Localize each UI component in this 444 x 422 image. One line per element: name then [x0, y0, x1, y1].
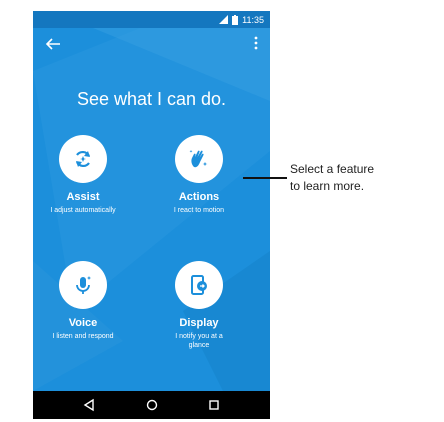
navigation-bar	[33, 391, 270, 419]
feature-actions[interactable]: Actions I react to motion	[149, 135, 249, 215]
nav-home-icon[interactable]	[145, 398, 159, 412]
actions-icon-circle	[175, 135, 223, 183]
feature-voice-description: I listen and respond	[52, 333, 114, 340]
status-bar: 11:35	[33, 11, 270, 28]
feature-assist[interactable]: Assist I adjust automatically	[33, 135, 133, 215]
refresh-sparkle-icon	[76, 150, 90, 168]
display-notify-icon	[191, 275, 207, 295]
signal-icon	[219, 15, 229, 24]
assist-icon-circle	[59, 135, 107, 183]
callout-line-1: Select a feature	[290, 162, 375, 176]
phone-screen: 11:35 See what I can do. Assist I adjust…	[33, 11, 270, 419]
battery-icon	[232, 14, 239, 25]
callout-text: Select a feature to learn more.	[290, 161, 440, 195]
nav-back-icon[interactable]	[82, 398, 96, 412]
feature-assist-name: Assist	[66, 191, 100, 203]
callout-line	[243, 177, 287, 179]
voice-icon-circle	[59, 261, 107, 309]
nav-recents-icon[interactable]	[207, 398, 221, 412]
callout-line-2: to learn more.	[290, 179, 365, 193]
background-shapes	[33, 11, 270, 391]
overflow-menu-icon[interactable]	[252, 35, 260, 51]
page-title: See what I can do.	[76, 89, 227, 109]
feature-actions-name: Actions	[178, 191, 220, 203]
feature-display-description: I notify you at a glance	[175, 333, 223, 349]
feature-display[interactable]: Display I notify you at a glance	[149, 261, 249, 350]
feature-actions-description: I react to motion	[173, 207, 225, 214]
feature-display-name: Display	[179, 317, 219, 329]
feature-assist-description: I adjust automatically	[50, 207, 116, 214]
microphone-icon	[76, 276, 91, 294]
toolbar	[33, 28, 270, 60]
arrow-left-icon[interactable]	[45, 37, 61, 51]
wave-hand-icon	[189, 150, 208, 168]
status-time: 11:35	[242, 14, 264, 25]
display-icon-circle	[175, 261, 223, 309]
feature-voice[interactable]: Voice I listen and respond	[33, 261, 133, 341]
feature-voice-name: Voice	[68, 317, 98, 329]
